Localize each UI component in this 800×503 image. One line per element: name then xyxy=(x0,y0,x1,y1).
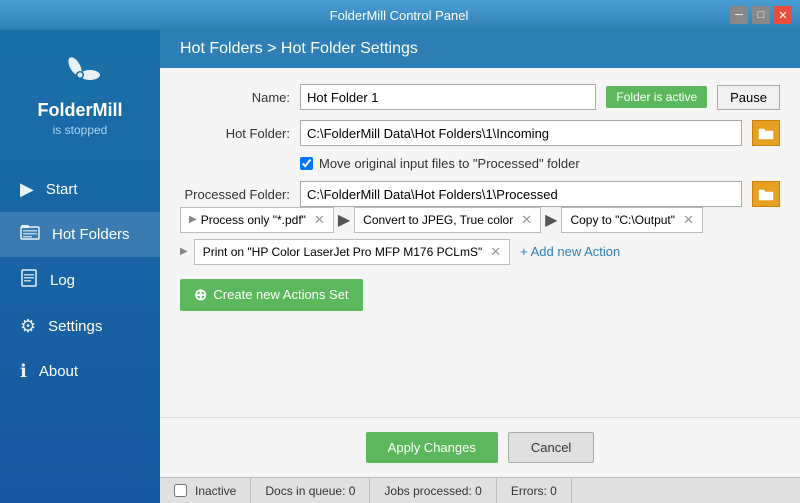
expand-arrow-icon: ▶ xyxy=(189,214,197,225)
action-tag-label-1: Process only "*.pdf" xyxy=(201,213,306,227)
action-tag-print[interactable]: Print on "HP Color LaserJet Pro MFP M176… xyxy=(194,239,510,265)
statusbar-inactive: Inactive xyxy=(170,478,251,503)
name-input[interactable] xyxy=(300,84,596,110)
sidebar-item-start[interactable]: ▶ Start xyxy=(0,167,160,212)
name-label: Name: xyxy=(180,90,290,105)
row2-expand-arrow-icon: ▶ xyxy=(180,246,188,257)
content-area: Hot Folders > Hot Folder Settings Name: … xyxy=(160,30,800,503)
sidebar-item-about-label: About xyxy=(39,363,78,380)
folder-open-icon xyxy=(758,126,774,140)
statusbar-jobs: Jobs processed: 0 xyxy=(370,478,496,503)
inactive-checkbox[interactable] xyxy=(174,484,187,497)
sidebar-item-start-label: Start xyxy=(46,181,78,198)
actions-row-1: ▶ Process only "*.pdf" ✕ ▶ Convert to JP… xyxy=(180,207,780,233)
errors-label: Errors: 0 xyxy=(511,484,557,498)
start-icon: ▶ xyxy=(20,179,34,200)
sidebar-item-settings-label: Settings xyxy=(48,318,102,335)
hot-folder-browse-button[interactable] xyxy=(752,120,780,146)
sidebar-item-hot-folders[interactable]: Hot Folders xyxy=(0,212,160,257)
hot-folder-input[interactable] xyxy=(300,120,742,146)
processed-folder-label: Processed Folder: xyxy=(180,187,290,202)
statusbar-docs: Docs in queue: 0 xyxy=(251,478,370,503)
jobs-processed-label: Jobs processed: 0 xyxy=(384,484,481,498)
actions-row-2: ▶ Print on "HP Color LaserJet Pro MFP M1… xyxy=(180,239,780,265)
close-button[interactable]: ✕ xyxy=(774,6,792,24)
actions-area: ▶ Process only "*.pdf" ✕ ▶ Convert to JP… xyxy=(160,207,800,311)
inactive-label: Inactive xyxy=(195,484,236,498)
remove-action-3-button[interactable]: ✕ xyxy=(683,212,694,228)
spacer xyxy=(160,311,800,418)
settings-icon: ⚙ xyxy=(20,316,36,337)
arrow-connector-2: ▶ xyxy=(545,210,557,230)
sidebar-item-settings[interactable]: ⚙ Settings xyxy=(0,304,160,349)
hot-folder-row: Hot Folder: xyxy=(180,120,780,146)
logo-icon xyxy=(55,50,105,100)
sidebar-logo: FolderMill is stopped xyxy=(38,50,123,137)
maximize-button[interactable]: □ xyxy=(752,6,770,24)
action-tag-process-pdf[interactable]: ▶ Process only "*.pdf" ✕ xyxy=(180,207,334,233)
content-header: Hot Folders > Hot Folder Settings xyxy=(160,30,800,68)
move-files-label: Move original input files to "Processed"… xyxy=(319,156,580,171)
action-tag-convert-jpeg[interactable]: Convert to JPEG, True color ✕ xyxy=(354,207,541,233)
create-actions-set-button[interactable]: ⊕ Create new Actions Set xyxy=(180,279,363,311)
sidebar-app-name: FolderMill xyxy=(38,100,123,121)
add-action-label: + Add new Action xyxy=(520,244,620,259)
statusbar-errors: Errors: 0 xyxy=(497,478,572,503)
cancel-button[interactable]: Cancel xyxy=(508,432,594,463)
hot-folder-label: Hot Folder: xyxy=(180,126,290,141)
sidebar-nav: ▶ Start Hot Folders xyxy=(0,167,160,394)
arrow-connector-1: ▶ xyxy=(338,210,350,230)
add-action-button[interactable]: + Add new Action xyxy=(514,240,626,263)
apply-changes-button[interactable]: Apply Changes xyxy=(366,432,498,463)
processed-folder-browse-button[interactable] xyxy=(752,181,780,207)
sidebar-item-hot-folders-label: Hot Folders xyxy=(52,226,130,243)
sidebar-item-about[interactable]: ℹ About xyxy=(0,349,160,394)
processed-folder-row: Processed Folder: xyxy=(180,181,780,207)
log-icon xyxy=(20,269,38,292)
create-set-plus-icon: ⊕ xyxy=(194,285,207,305)
remove-action-2-button[interactable]: ✕ xyxy=(521,212,532,228)
hot-folders-icon xyxy=(20,224,40,245)
sidebar-item-log-label: Log xyxy=(50,272,75,289)
sidebar-item-log[interactable]: Log xyxy=(0,257,160,304)
bottom-buttons-area: Apply Changes Cancel xyxy=(160,417,800,477)
app-body: FolderMill is stopped ▶ Start xyxy=(0,30,800,503)
remove-action-1-button[interactable]: ✕ xyxy=(314,212,325,228)
about-icon: ℹ xyxy=(20,361,27,382)
processed-folder-input[interactable] xyxy=(300,181,742,207)
sidebar-status: is stopped xyxy=(53,123,108,137)
action-tag-label-3: Copy to "C:\Output" xyxy=(570,213,675,227)
create-set-label: Create new Actions Set xyxy=(213,287,348,302)
sidebar: FolderMill is stopped ▶ Start xyxy=(0,30,160,503)
folder-open-icon-2 xyxy=(758,187,774,201)
breadcrumb: Hot Folders > Hot Folder Settings xyxy=(180,40,418,57)
action-tag-label-4: Print on "HP Color LaserJet Pro MFP M176… xyxy=(203,245,483,259)
titlebar-controls: ─ □ ✕ xyxy=(730,6,792,24)
move-files-checkbox[interactable] xyxy=(300,157,313,170)
minimize-button[interactable]: ─ xyxy=(730,6,748,24)
name-row: Name: Folder is active Pause xyxy=(180,84,780,110)
docs-in-queue-label: Docs in queue: 0 xyxy=(265,484,355,498)
statusbar: Inactive Docs in queue: 0 Jobs processed… xyxy=(160,477,800,503)
action-tag-copy-output[interactable]: Copy to "C:\Output" ✕ xyxy=(561,207,702,233)
folder-active-badge: Folder is active xyxy=(606,86,707,108)
titlebar-title: FolderMill Control Panel xyxy=(68,8,730,23)
pause-button[interactable]: Pause xyxy=(717,85,780,110)
form-area: Name: Folder is active Pause Hot Folder:… xyxy=(160,68,800,207)
move-files-checkbox-row: Move original input files to "Processed"… xyxy=(180,156,780,171)
action-tag-label-2: Convert to JPEG, True color xyxy=(363,213,513,227)
remove-action-4-button[interactable]: ✕ xyxy=(490,244,501,260)
titlebar: FolderMill Control Panel ─ □ ✕ xyxy=(0,0,800,30)
